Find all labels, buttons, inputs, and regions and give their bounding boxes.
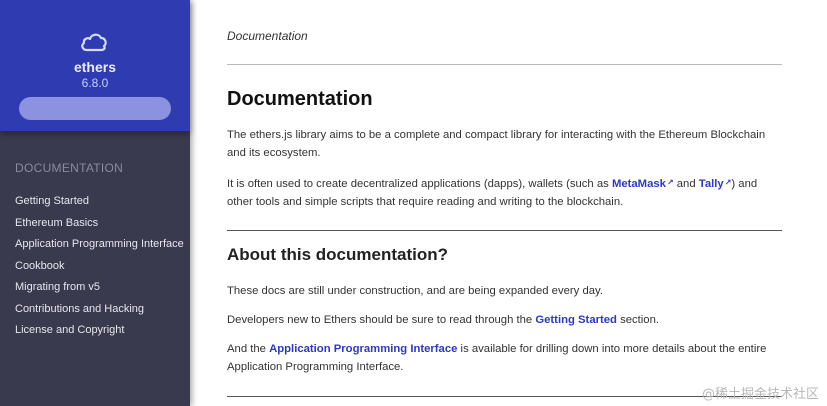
getting-started-paragraph: Developers new to Ethers should be sure … (227, 311, 782, 329)
paragraph-text: Developers new to Ethers should be sure … (227, 314, 536, 326)
paragraph-text: It is often used to create decentralized… (227, 178, 612, 190)
page-title: Documentation (227, 88, 373, 110)
sidebar-item-license[interactable]: License and Copyright (15, 323, 184, 345)
api-paragraph: And the Application Programming Interfac… (227, 340, 782, 376)
metamask-link[interactable]: MetaMask↗ (612, 178, 674, 190)
intro-paragraph: The ethers.js library aims to be a compl… (227, 129, 766, 159)
sidebar-item-contributions[interactable]: Contributions and Hacking (15, 302, 184, 324)
breadcrumb: Documentation (227, 29, 308, 43)
divider (227, 230, 782, 231)
sidebar-item-getting-started[interactable]: Getting Started (15, 194, 184, 216)
sidebar: ethers 6.8.0 DOCUMENTATION Getting Start… (0, 0, 190, 406)
api-link[interactable]: Application Programming Interface (269, 343, 457, 355)
external-link-icon: ↗ (666, 178, 674, 187)
paragraph-text: And the (227, 343, 270, 355)
intro-usage-paragraph: It is often used to create decentralized… (227, 174, 782, 211)
about-paragraph: These docs are still under construction,… (227, 285, 603, 297)
sidebar-item-ethereum-basics[interactable]: Ethereum Basics (15, 216, 184, 238)
cloud-icon[interactable] (79, 31, 109, 53)
section-heading: About this documentation? (227, 245, 448, 264)
divider (227, 396, 782, 397)
sidebar-item-cookbook[interactable]: Cookbook (15, 259, 184, 281)
sidebar-item-api[interactable]: Application Programming Interface (15, 237, 184, 259)
brand-name[interactable]: ethers (0, 59, 190, 75)
paragraph-text: section. (616, 314, 660, 326)
watermark: @稀土掘金技术社区 (701, 387, 819, 402)
link-text: Tally (698, 178, 724, 190)
link-text: MetaMask (611, 178, 666, 190)
search-input[interactable] (19, 97, 171, 120)
sidebar-item-migrating[interactable]: Migrating from v5 (15, 280, 184, 302)
tally-link[interactable]: Tally↗ (699, 178, 732, 190)
paragraph-text: and (673, 178, 699, 190)
divider (227, 64, 782, 65)
brand-version: 6.8.0 (81, 76, 109, 90)
nav-section-title: DOCUMENTATION (15, 161, 124, 175)
sidebar-header: ethers 6.8.0 (0, 0, 190, 131)
getting-started-link[interactable]: Getting Started (535, 314, 617, 326)
sidebar-nav: Getting Started Ethereum Basics Applicat… (15, 194, 184, 345)
